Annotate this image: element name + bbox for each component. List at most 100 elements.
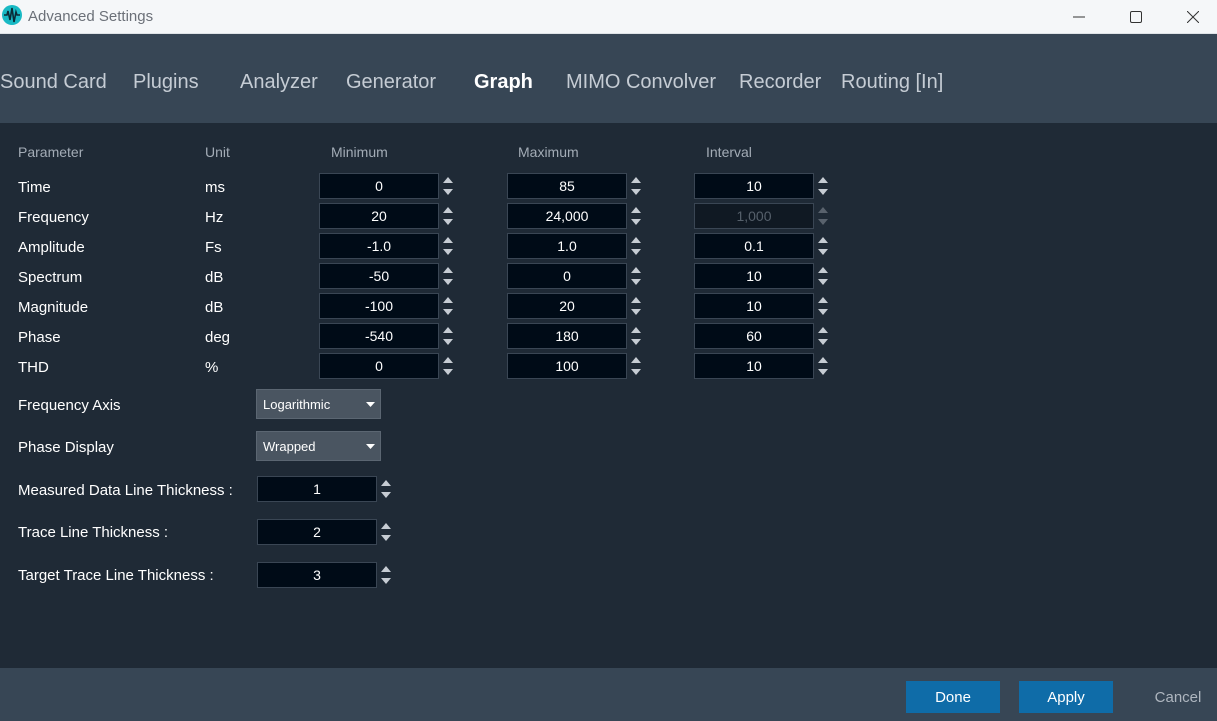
thd-interval-input[interactable]: 10: [694, 353, 814, 379]
tab-routing-in[interactable]: Routing [In]: [841, 71, 943, 94]
apply-button[interactable]: Apply: [1019, 681, 1113, 713]
frequency-maximum-input[interactable]: 24,000: [507, 203, 627, 229]
header-unit: Unit: [205, 144, 230, 160]
trace-line-thickness-stepper: 2: [257, 519, 395, 545]
spinner-arrows-icon[interactable]: [629, 264, 643, 288]
magnitude-maximum-stepper: 20: [507, 293, 645, 319]
frequency-axis-label: Frequency Axis: [18, 397, 121, 414]
spinner-arrows-icon[interactable]: [629, 204, 643, 228]
spinner-arrows-icon[interactable]: [629, 354, 643, 378]
spinner-arrows-icon[interactable]: [816, 234, 830, 258]
tab-sound-card[interactable]: Sound Card: [0, 71, 107, 94]
spinner-arrows-icon[interactable]: [629, 174, 643, 198]
spinner-arrows-icon[interactable]: [816, 354, 830, 378]
time-unit-label: ms: [205, 179, 225, 196]
time-interval-stepper: 10: [694, 173, 832, 199]
spectrum-parameter-label: Spectrum: [18, 269, 83, 286]
header-maximum: Maximum: [518, 144, 579, 160]
target-trace-line-thickness-stepper: 3: [257, 562, 395, 588]
spinner-arrows-icon[interactable]: [441, 204, 455, 228]
time-parameter-label: Time: [18, 179, 51, 196]
amplitude-minimum-stepper: -1.0: [319, 233, 457, 259]
phase-parameter-label: Phase: [18, 329, 61, 346]
amplitude-interval-input[interactable]: 0.1: [694, 233, 814, 259]
spectrum-minimum-input[interactable]: -50: [319, 263, 439, 289]
done-button[interactable]: Done: [906, 681, 1000, 713]
thd-parameter-label: THD: [18, 359, 49, 376]
header-parameter: Parameter: [18, 144, 84, 160]
spinner-arrows-icon[interactable]: [441, 294, 455, 318]
minimize-button[interactable]: [1056, 0, 1102, 34]
time-maximum-input[interactable]: 85: [507, 173, 627, 199]
phase-minimum-input[interactable]: -540: [319, 323, 439, 349]
close-icon: [1187, 11, 1199, 23]
thd-minimum-input[interactable]: 0: [319, 353, 439, 379]
cancel-button[interactable]: Cancel: [1148, 681, 1208, 713]
tab-analyzer[interactable]: Analyzer: [240, 71, 318, 94]
minimize-icon: [1073, 16, 1085, 18]
time-minimum-input[interactable]: 0: [319, 173, 439, 199]
spinner-arrows-icon[interactable]: [379, 477, 393, 501]
thd-maximum-input[interactable]: 100: [507, 353, 627, 379]
spinner-arrows-icon[interactable]: [379, 520, 393, 544]
spectrum-maximum-input[interactable]: 0: [507, 263, 627, 289]
tab-plugins[interactable]: Plugins: [133, 71, 199, 94]
spinner-arrows-icon[interactable]: [816, 294, 830, 318]
magnitude-maximum-input[interactable]: 20: [507, 293, 627, 319]
phase-interval-input[interactable]: 60: [694, 323, 814, 349]
graph-settings-panel: Parameter Unit Minimum Maximum Interval …: [0, 123, 1217, 668]
amplitude-minimum-input[interactable]: -1.0: [319, 233, 439, 259]
tab-generator[interactable]: Generator: [346, 71, 436, 94]
magnitude-minimum-input[interactable]: -100: [319, 293, 439, 319]
tab-mimo-convolver[interactable]: MIMO Convolver: [566, 71, 716, 94]
tab-recorder[interactable]: Recorder: [739, 71, 821, 94]
phase-maximum-input[interactable]: 180: [507, 323, 627, 349]
frequency-maximum-stepper: 24,000: [507, 203, 645, 229]
phase-display-label: Phase Display: [18, 439, 114, 456]
thd-unit-label: %: [205, 359, 219, 376]
spectrum-unit-label: dB: [205, 269, 224, 286]
spectrum-minimum-stepper: -50: [319, 263, 457, 289]
spectrum-interval-input[interactable]: 10: [694, 263, 814, 289]
trace-line-thickness-input[interactable]: 2: [257, 519, 377, 545]
close-button[interactable]: [1170, 0, 1216, 34]
magnitude-interval-input[interactable]: 10: [694, 293, 814, 319]
spinner-arrows-icon[interactable]: [379, 563, 393, 587]
window-title: Advanced Settings: [28, 8, 154, 25]
magnitude-minimum-stepper: -100: [319, 293, 457, 319]
phase-unit-label: deg: [205, 329, 231, 346]
phase-minimum-stepper: -540: [319, 323, 457, 349]
frequency-axis-dropdown[interactable]: Logarithmic: [256, 389, 381, 419]
spinner-arrows-icon[interactable]: [816, 174, 830, 198]
phase-maximum-stepper: 180: [507, 323, 645, 349]
measured-line-thickness-input[interactable]: 1: [257, 476, 377, 502]
amplitude-maximum-input[interactable]: 1.0: [507, 233, 627, 259]
time-interval-input[interactable]: 10: [694, 173, 814, 199]
spinner-arrows-icon[interactable]: [629, 324, 643, 348]
tab-graph[interactable]: Graph: [474, 71, 533, 94]
thd-interval-stepper: 10: [694, 353, 832, 379]
frequency-axis-value: Logarithmic: [263, 397, 331, 412]
frequency-interval-stepper: 1,000: [694, 203, 832, 229]
spinner-arrows-icon[interactable]: [441, 324, 455, 348]
phase-display-dropdown[interactable]: Wrapped: [256, 431, 381, 461]
spinner-arrows-icon[interactable]: [816, 324, 830, 348]
header-minimum: Minimum: [331, 144, 388, 160]
spectrum-interval-stepper: 10: [694, 263, 832, 289]
spinner-arrows-icon[interactable]: [629, 234, 643, 258]
spinner-arrows-icon[interactable]: [629, 294, 643, 318]
header-interval: Interval: [706, 144, 752, 160]
waveform-icon: [2, 5, 22, 25]
target-trace-line-thickness-input[interactable]: 3: [257, 562, 377, 588]
amplitude-parameter-label: Amplitude: [18, 239, 85, 256]
chevron-down-icon: [366, 402, 375, 407]
maximize-button[interactable]: [1113, 0, 1159, 34]
spinner-arrows-icon[interactable]: [816, 264, 830, 288]
frequency-unit-label: Hz: [205, 209, 224, 226]
spinner-arrows-icon[interactable]: [441, 234, 455, 258]
spinner-arrows-icon[interactable]: [441, 174, 455, 198]
spinner-arrows-icon[interactable]: [441, 354, 455, 378]
phase-display-value: Wrapped: [263, 439, 316, 454]
frequency-minimum-input[interactable]: 20: [319, 203, 439, 229]
spinner-arrows-icon[interactable]: [441, 264, 455, 288]
